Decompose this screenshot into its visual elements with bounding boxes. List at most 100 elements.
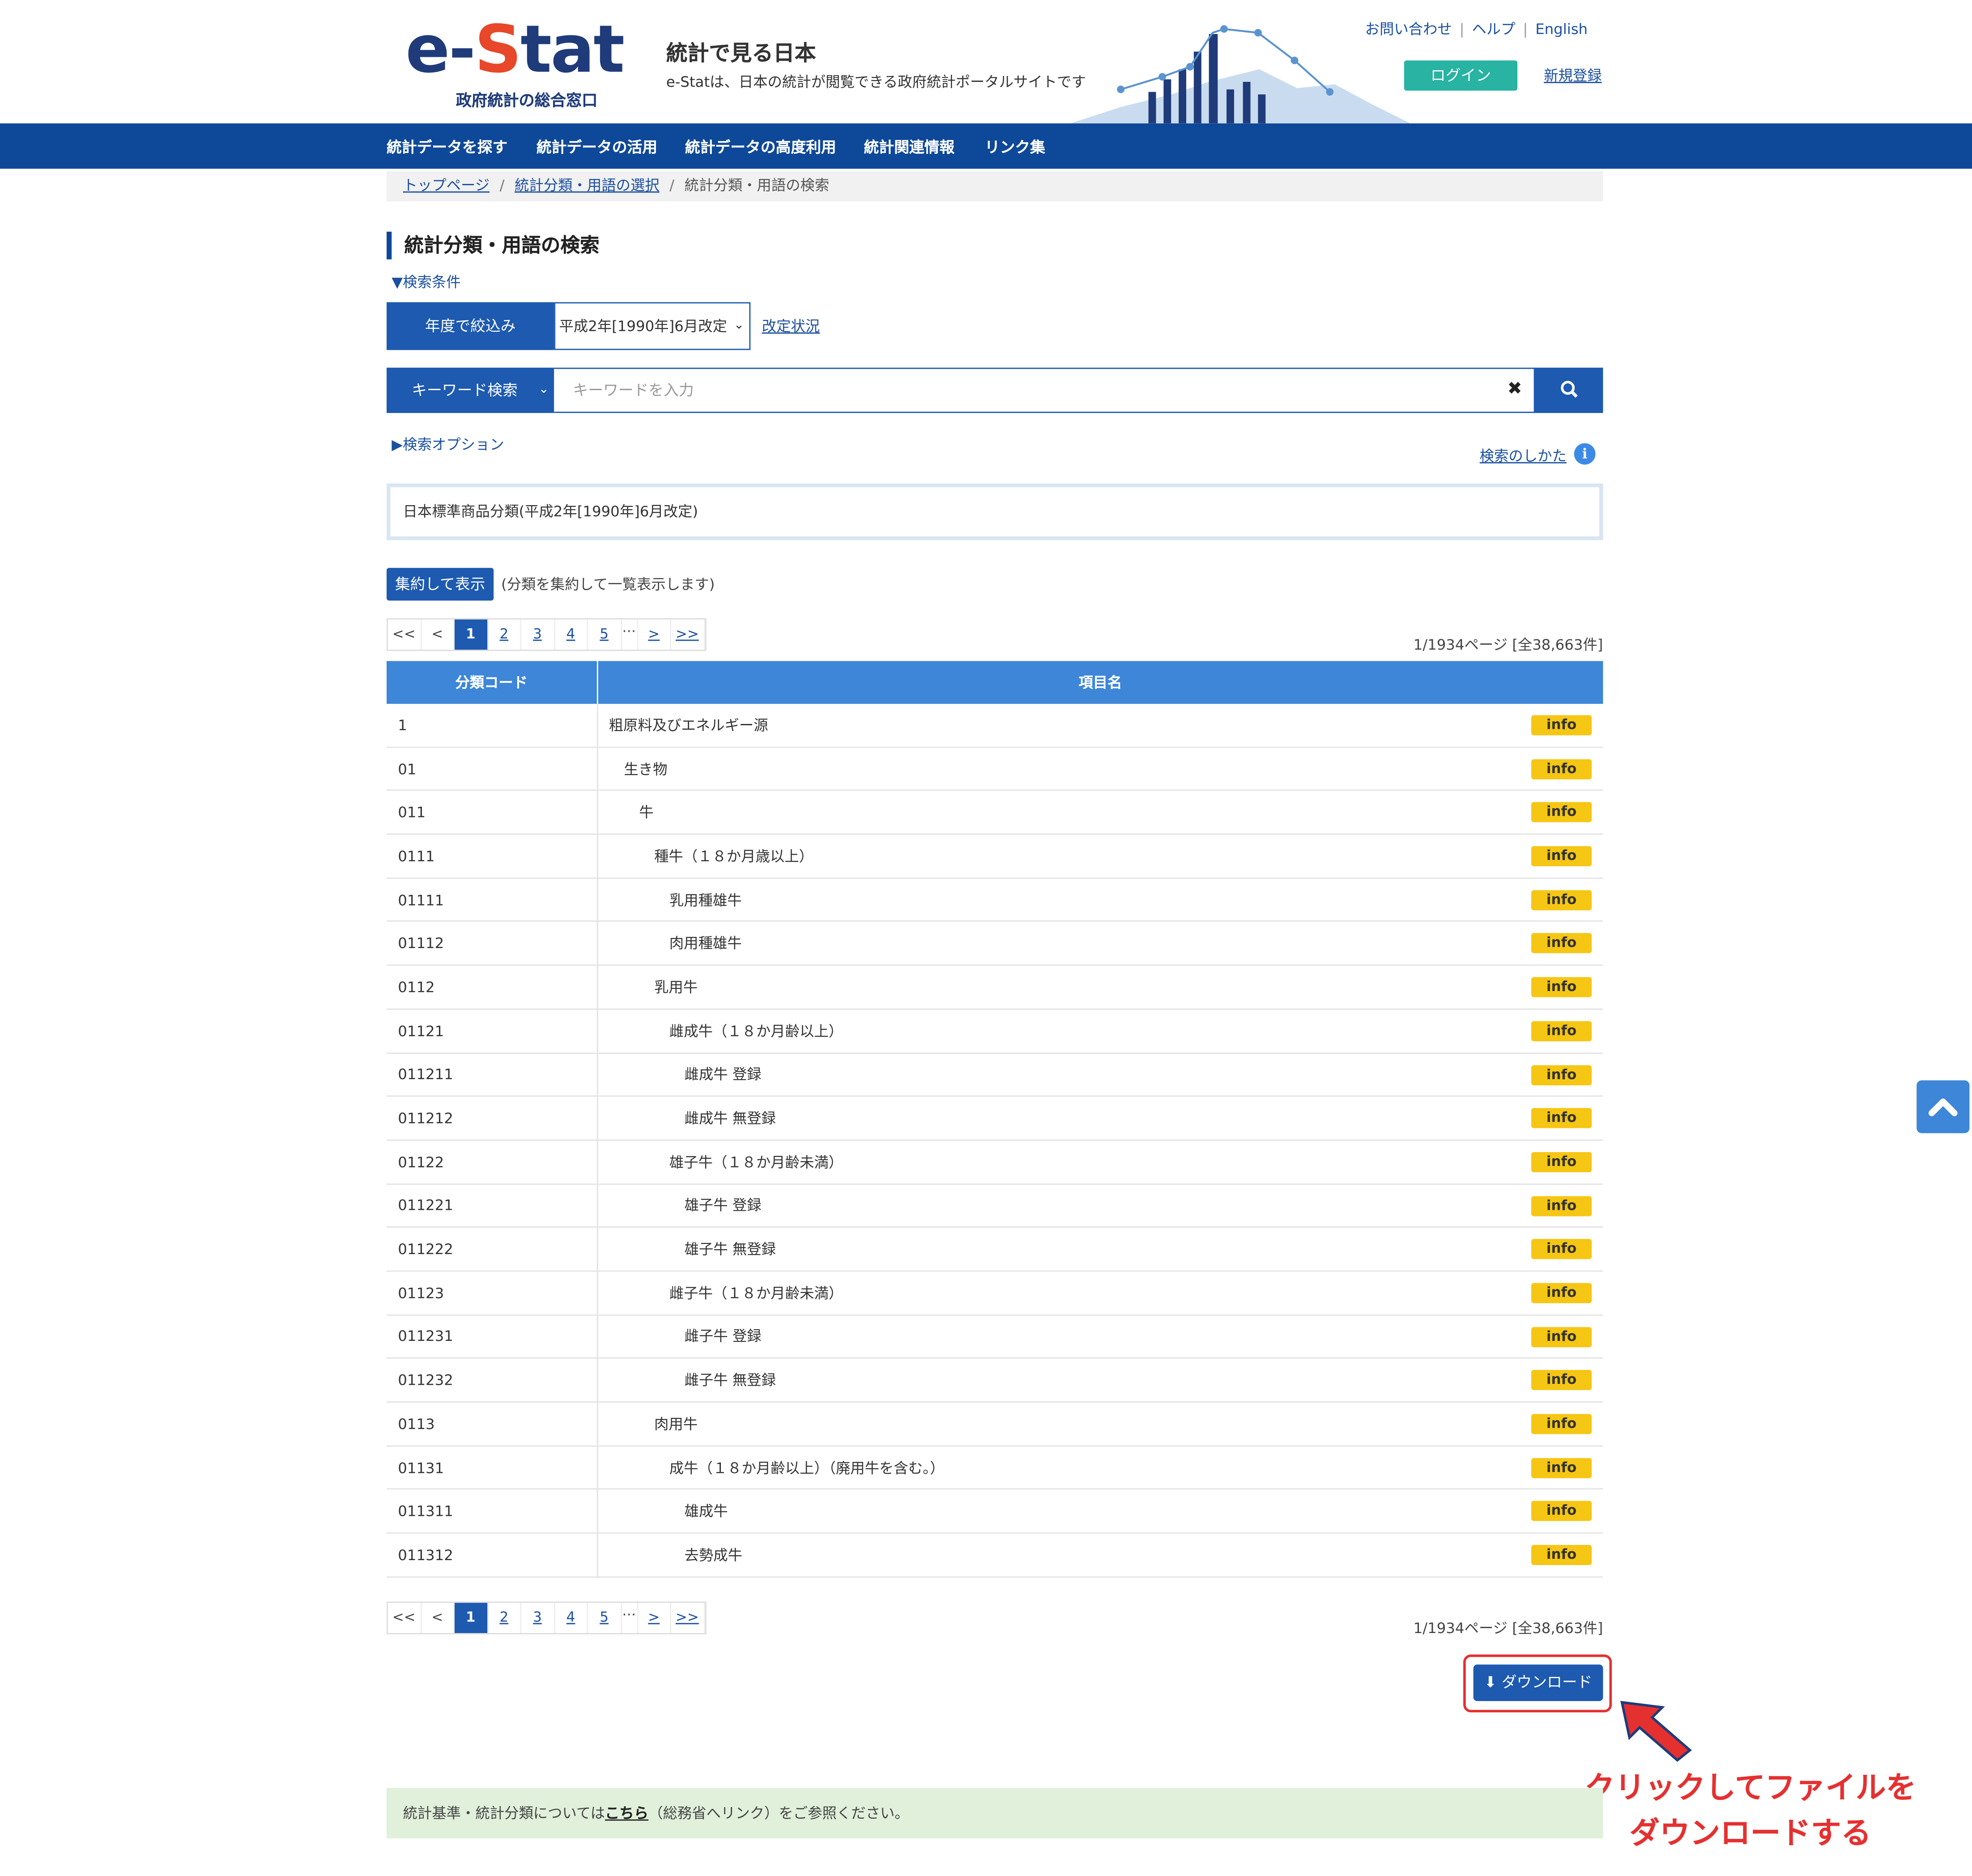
register-link[interactable]: 新規登録	[1544, 65, 1601, 85]
pagination-bottom: << < 1 2 3 4 5 … > >>	[386, 1601, 706, 1634]
page-1[interactable]: 1	[454, 619, 488, 650]
help-link[interactable]: ヘルプ	[1472, 20, 1515, 38]
info-button[interactable]: info	[1531, 977, 1592, 998]
page-1[interactable]: 1	[454, 1603, 488, 1634]
table-row: 01121 雌成牛（１８か月齢以上） info	[386, 1009, 1603, 1054]
year-select[interactable]: 平成2年[1990年]6月改定 ⌄	[554, 302, 751, 350]
download-button[interactable]: ⬇ ダウンロード	[1473, 1664, 1603, 1701]
name-cell: 生き物 info	[596, 747, 1603, 791]
item-name: 雄子牛（１８か月齢未満）	[669, 1153, 843, 1171]
nav-item-links[interactable]: リンク集	[985, 136, 1045, 157]
page-prev[interactable]: <	[421, 1603, 455, 1634]
classification-name: 日本標準商品分類(平成2年[1990年]6月改定)	[386, 483, 1603, 540]
arrow-pointer-icon	[1620, 1701, 1692, 1762]
page-2[interactable]: 2	[488, 1603, 522, 1634]
page-3[interactable]: 3	[521, 619, 555, 650]
page-last[interactable]: >>	[671, 619, 705, 650]
table-row: 01123 雌子牛（１８か月齢未満） info	[386, 1271, 1603, 1315]
code-cell: 011212	[386, 1096, 598, 1141]
search-howto-link[interactable]: 検索のしかた	[1480, 446, 1567, 466]
info-button[interactable]: info	[1531, 1457, 1592, 1478]
chevron-down-icon: ⌄	[538, 383, 549, 397]
info-icon[interactable]: i	[1574, 443, 1596, 465]
page-prev[interactable]: <	[421, 619, 455, 650]
info-button[interactable]: info	[1531, 1064, 1592, 1085]
chevron-down-icon: ⌄	[733, 318, 745, 332]
page-5[interactable]: 5	[588, 619, 622, 650]
site-title: 統計で見る日本	[666, 41, 816, 67]
info-button[interactable]: info	[1531, 846, 1592, 867]
page-4[interactable]: 4	[555, 1603, 588, 1634]
nav-item-use-data[interactable]: 統計データの活用	[537, 136, 657, 157]
info-button[interactable]: info	[1531, 1414, 1592, 1434]
year-filter-label: 年度で絞込み	[386, 302, 554, 350]
item-name: 生き物	[624, 760, 668, 778]
name-cell: 雌子牛 無登録 info	[596, 1358, 1603, 1403]
page-next[interactable]: >	[638, 1603, 671, 1634]
table-row: 01122 雄子牛（１８か月齢未満） info	[386, 1140, 1603, 1184]
code-cell: 011232	[386, 1358, 598, 1403]
page-3[interactable]: 3	[521, 1603, 555, 1634]
page-2[interactable]: 2	[488, 619, 522, 650]
code-cell: 01111	[386, 878, 598, 923]
code-cell: 01131	[386, 1446, 598, 1490]
info-button[interactable]: info	[1531, 933, 1592, 954]
revision-status-link[interactable]: 改定状況	[762, 316, 820, 336]
keyword-input[interactable]: キーワードを入力	[554, 367, 1535, 413]
name-cell: 牛 info	[596, 790, 1603, 835]
info-button[interactable]: info	[1531, 1545, 1592, 1565]
login-button[interactable]: ログイン	[1404, 60, 1518, 91]
nav-item-find-data[interactable]: 統計データを探す	[387, 136, 507, 157]
search-options-toggle[interactable]: ▶検索オプション	[392, 434, 504, 455]
code-cell: 01122	[386, 1140, 598, 1184]
info-button[interactable]: info	[1531, 1283, 1592, 1303]
info-button[interactable]: info	[1531, 759, 1592, 779]
table-row: 011221 雄子牛 登録 info	[386, 1183, 1603, 1228]
contact-link[interactable]: お問い合わせ	[1365, 20, 1452, 38]
breadcrumb: トップページ / 統計分類・用語の選択 / 統計分類・用語の検索	[386, 171, 1603, 202]
page-5[interactable]: 5	[588, 1603, 622, 1634]
name-cell: 雄子牛 登録 info	[596, 1183, 1603, 1228]
keyword-type-select[interactable]: キーワード検索 ⌄	[386, 367, 554, 413]
clear-icon[interactable]: ✖	[1508, 379, 1522, 399]
main-nav: 統計データを探す 統計データの活用 統計データの高度利用 統計関連情報 リンク集	[0, 123, 1972, 169]
page-next[interactable]: >	[638, 619, 671, 650]
info-button[interactable]: info	[1531, 715, 1592, 736]
footer-link[interactable]: こちら	[605, 1804, 648, 1822]
info-button[interactable]: info	[1531, 1327, 1592, 1347]
nav-item-related-info[interactable]: 統計関連情報	[864, 136, 955, 157]
info-button[interactable]: info	[1531, 889, 1592, 910]
page-first[interactable]: <<	[388, 619, 422, 650]
page-4[interactable]: 4	[555, 619, 588, 650]
info-button[interactable]: info	[1531, 802, 1592, 823]
column-header-name: 項目名	[596, 661, 1603, 704]
english-link[interactable]: English	[1535, 20, 1588, 38]
page-last[interactable]: >>	[671, 1603, 705, 1634]
page-first[interactable]: <<	[388, 1603, 422, 1634]
logo[interactable]: e-Stat	[405, 13, 625, 88]
table-row: 01111 乳用種雄牛 info	[386, 878, 1603, 923]
info-button[interactable]: info	[1531, 1370, 1592, 1391]
name-cell: 雄成牛 info	[596, 1489, 1603, 1534]
table-row: 011232 雌子牛 無登録 info	[386, 1358, 1603, 1403]
info-button[interactable]: info	[1531, 1195, 1592, 1216]
name-cell: 成牛（１８か月齢以上）（廃用牛を含む。） info	[596, 1446, 1603, 1490]
item-name: 雌成牛 登録	[684, 1065, 762, 1084]
info-button[interactable]: info	[1531, 1501, 1592, 1522]
code-cell: 01123	[386, 1271, 598, 1315]
breadcrumb-top[interactable]: トップページ	[403, 176, 490, 194]
aggregate-button[interactable]: 集約して表示	[386, 568, 494, 601]
code-cell: 011231	[386, 1314, 598, 1359]
triangle-down-icon: ▼	[392, 273, 403, 291]
search-conditions-toggle[interactable]: ▼検索条件	[392, 272, 460, 292]
search-button[interactable]	[1535, 367, 1603, 413]
breadcrumb-select[interactable]: 統計分類・用語の選択	[515, 176, 660, 194]
nav-item-advanced-use[interactable]: 統計データの高度利用	[685, 136, 836, 157]
code-cell: 0113	[386, 1402, 598, 1446]
info-button[interactable]: info	[1531, 1108, 1592, 1129]
info-button[interactable]: info	[1531, 1152, 1592, 1172]
table-row: 011311 雄成牛 info	[386, 1489, 1603, 1534]
scroll-top-button[interactable]	[1917, 1080, 1970, 1133]
info-button[interactable]: info	[1531, 1239, 1592, 1259]
info-button[interactable]: info	[1531, 1021, 1592, 1041]
